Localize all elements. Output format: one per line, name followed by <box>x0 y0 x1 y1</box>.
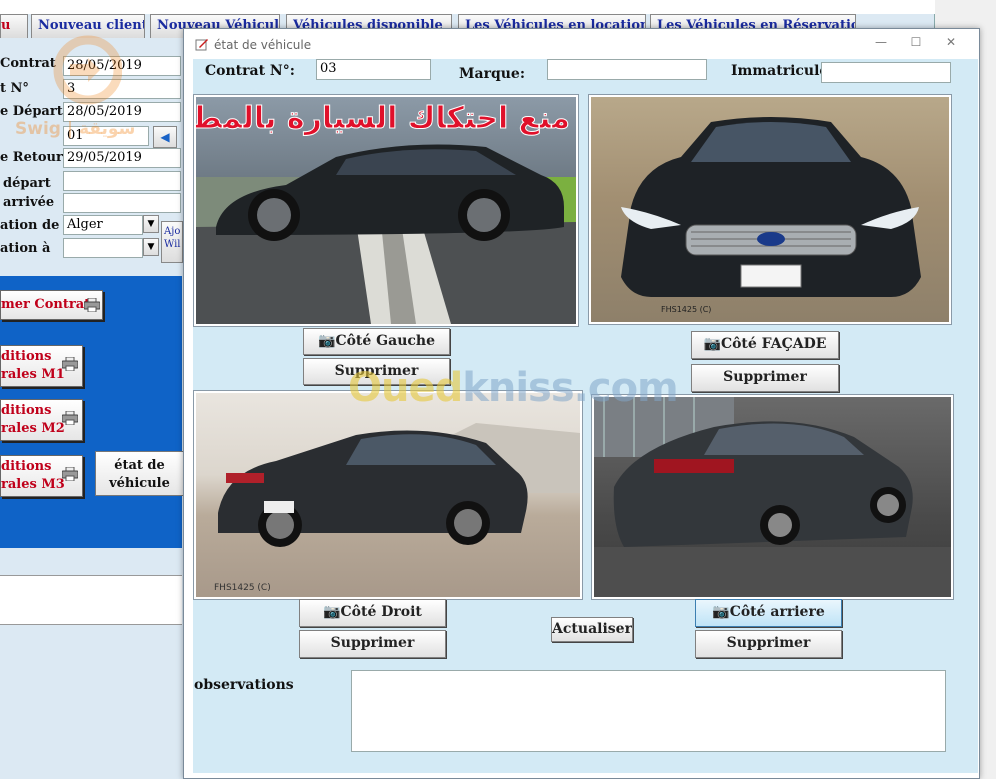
chevron-down-icon[interactable]: ▼ <box>143 215 159 233</box>
swig-logo-text: Swig | سويقة <box>15 119 136 139</box>
label-km-arrivee: arrivée <box>3 195 55 210</box>
cote-facade-label: Côté FAÇADE <box>720 336 827 352</box>
label-km-depart: départ <box>3 176 51 191</box>
observations-textarea[interactable] <box>351 670 946 752</box>
photo-cote-facade: FHS1425 (C) <box>588 94 952 325</box>
cote-facade-button[interactable]: 📷Côté FAÇADE <box>691 331 839 359</box>
minimize-icon[interactable]: — <box>870 35 892 53</box>
spinner-left-icon[interactable]: ◀ <box>153 126 177 148</box>
ouedkniss-watermark: Ouedkniss.com <box>348 365 679 411</box>
photo-cote-arriere <box>591 394 954 600</box>
printer-icon <box>84 298 100 312</box>
label-observations: observations <box>194 677 294 693</box>
label-date-retour: e Retour <box>0 150 63 165</box>
imprimer-contrat-label: mer Contrat <box>1 297 91 312</box>
cote-arriere-button[interactable]: 📷Côté arriere <box>695 599 842 627</box>
photo-plate-text: FHS1425 (C) <box>661 305 712 314</box>
label-destination-de: ation de <box>0 218 60 233</box>
field-marque[interactable] <box>547 59 707 80</box>
chevron-down-icon[interactable]: ▼ <box>143 238 159 256</box>
printer-icon <box>62 357 78 371</box>
camera-icon: 📷 <box>712 604 730 620</box>
field-km-arrivee[interactable] <box>63 193 181 213</box>
dialog-titlebar: état de véhicule — ☐ ✕ <box>184 29 979 59</box>
watermark-prefix: Oued <box>348 365 463 411</box>
etat-vehicule-line2: véhicule <box>109 476 170 491</box>
conditions-generales-m2-button[interactable]: ditions rales M2 <box>0 399 83 441</box>
cote-gauche-button[interactable]: 📷Côté Gauche <box>303 328 450 355</box>
camera-icon: 📷 <box>323 604 341 620</box>
photo-cote-gauche: منع احتكاك السيارة بالمطبات <box>193 94 579 327</box>
actualiser-button[interactable]: Actualiser <box>551 617 633 642</box>
ajouter-wilaya-button[interactable]: Ajo Wil <box>161 221 183 263</box>
field-immatricule[interactable] <box>821 62 951 83</box>
supprimer-facade-button[interactable]: Supprimer <box>691 364 839 392</box>
photo-overlay-text: منع احتكاك السيارة بالمطبات <box>196 101 571 137</box>
background-list-area <box>0 575 182 625</box>
label-marque: Marque: <box>459 66 525 82</box>
camera-icon: 📷 <box>318 333 336 349</box>
cote-droit-label: Côté Droit <box>340 604 422 620</box>
camera-icon: 📷 <box>703 336 721 352</box>
printer-icon <box>62 467 78 481</box>
label-immatricule: Immatricule: <box>731 63 834 79</box>
cote-gauche-label: Côté Gauche <box>335 333 435 349</box>
watermark-suffix: kniss.com <box>462 365 678 411</box>
label-contrat-no: Contrat N°: <box>205 63 295 79</box>
close-icon[interactable]: ✕ <box>940 35 962 53</box>
dialog-body: Contrat N°: 03 Marque: Immatricule: منع … <box>193 59 978 773</box>
select-destination-de[interactable]: Alger <box>63 215 143 235</box>
conditions-generales-m1-button[interactable]: ditions rales M1 <box>0 345 83 387</box>
field-contrat-no[interactable]: 03 <box>316 59 431 80</box>
conditions-generales-m3-button[interactable]: ditions rales M3 <box>0 455 83 497</box>
imprimer-contrat-button[interactable]: mer Contrat <box>0 290 103 320</box>
label-contrat-no: t N° <box>0 81 29 96</box>
printer-icon <box>62 411 78 425</box>
tab-menu-u[interactable]: u <box>0 14 28 38</box>
dialog-title: état de véhicule <box>214 38 312 52</box>
cote-arriere-label: Côté arriere <box>729 604 825 620</box>
app-icon <box>195 39 208 51</box>
maximize-icon[interactable]: ☐ <box>905 35 927 53</box>
cote-droit-button[interactable]: 📷Côté Droit <box>299 599 446 627</box>
photo-plate-text: FHS1425 (C) <box>214 583 271 593</box>
background-titlebar <box>0 0 935 14</box>
field-km-depart[interactable] <box>63 171 181 191</box>
select-destination-a[interactable] <box>63 238 143 258</box>
photo-cote-droit: FHS1425 (C) <box>193 390 583 600</box>
field-date-retour[interactable]: 29/05/2019 <box>63 148 181 168</box>
etat-vehicule-line1: état de <box>114 458 165 473</box>
etat-vehicule-button[interactable]: état de véhicule <box>95 451 184 496</box>
swig-logo <box>30 28 123 118</box>
supprimer-droit-button[interactable]: Supprimer <box>299 630 446 658</box>
label-destination-a: ation à <box>0 241 51 256</box>
supprimer-arriere-button[interactable]: Supprimer <box>695 630 842 658</box>
